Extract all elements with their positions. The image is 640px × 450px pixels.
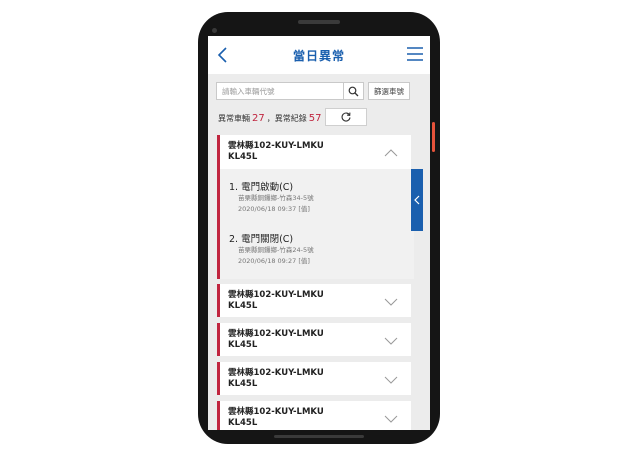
filter-vehicles-button[interactable]: 篩選車號	[368, 82, 410, 100]
vehicle-code: 雲林縣102-KUY-LMKU	[228, 407, 324, 417]
page-title: 當日異常	[292, 48, 345, 63]
chevron-down-icon[interactable]	[384, 298, 398, 306]
hamburger-menu-icon[interactable]	[406, 46, 424, 62]
vehicle-card[interactable]: 雲林縣102-KUY-LMKU KL45L	[217, 323, 411, 356]
vehicle-card[interactable]: 雲林縣102-KUY-LMKU KL45L	[217, 401, 411, 430]
phone-home-bar	[274, 435, 364, 438]
vehicle-code-suffix: KL45L	[228, 152, 258, 162]
vehicle-code: 雲林縣102-KUY-LMKU	[228, 290, 324, 300]
side-drawer-tab[interactable]	[411, 169, 423, 231]
phone-frame: 當日異常 篩選車號 異常車輛 27 ，異常紀錄 57	[198, 12, 440, 444]
records-count: 57	[308, 112, 322, 124]
chevron-down-icon[interactable]	[384, 415, 398, 423]
phone-side-button	[432, 122, 435, 152]
vehicle-code-suffix: KL45L	[228, 301, 258, 311]
event-list: 1. 電門啟動(C) 苗栗縣銅鑼鄉-竹森34-5號 2020/06/18 09:…	[220, 169, 414, 279]
vehicle-code-suffix: KL45L	[228, 379, 258, 389]
vehicle-search-input[interactable]	[216, 82, 344, 100]
app-screen: 當日異常 篩選車號 異常車輛 27 ，異常紀錄 57	[208, 36, 430, 430]
search-bar: 篩選車號	[216, 82, 422, 100]
vehicle-code-suffix: KL45L	[228, 418, 258, 428]
chevron-left-icon[interactable]	[215, 45, 231, 65]
vehicle-card[interactable]: 雲林縣102-KUY-LMKU KL45L	[217, 362, 411, 395]
event-time: 2020/06/18 09:37 [值]	[238, 205, 310, 213]
vehicle-code: 雲林縣102-KUY-LMKU	[228, 329, 324, 339]
records-label: ，異常紀錄	[266, 113, 307, 123]
search-icon	[348, 86, 359, 96]
event-title: 2. 電門關閉(C)	[229, 234, 294, 245]
app-header: 當日異常	[208, 36, 430, 74]
vehicle-code: 雲林縣102-KUY-LMKU	[228, 368, 324, 378]
event-title: 1. 電門啟動(C)	[229, 182, 294, 193]
summary-counts: 異常車輛 27 ，異常紀錄 57	[218, 109, 323, 127]
event-location: 苗栗縣銅鑼鄉-竹森34-5號	[238, 194, 314, 202]
chevron-down-icon[interactable]	[384, 337, 398, 345]
camera-icon	[212, 28, 217, 33]
chevron-up-icon[interactable]	[384, 149, 398, 157]
phone-speaker	[298, 20, 340, 24]
chevron-down-icon[interactable]	[384, 376, 398, 384]
event-time: 2020/06/18 09:27 [值]	[238, 257, 310, 265]
vehicle-code-suffix: KL45L	[228, 340, 258, 350]
search-button[interactable]	[344, 82, 364, 100]
vehicle-card[interactable]: 雲林縣102-KUY-LMKU KL45L	[217, 284, 411, 317]
chevron-left-icon	[414, 195, 420, 205]
vehicle-card-expanded[interactable]: 雲林縣102-KUY-LMKU KL45L 1. 電門啟動(C) 苗栗縣銅鑼鄉-…	[217, 135, 414, 279]
vehicle-code: 雲林縣102-KUY-LMKU	[228, 141, 324, 151]
event-location: 苗栗縣銅鑼鄉-竹森24-5號	[238, 246, 314, 254]
vehicles-count: 27	[252, 112, 265, 124]
refresh-icon	[341, 112, 351, 122]
refresh-button[interactable]	[325, 108, 367, 126]
vehicles-label: 異常車輛	[218, 113, 250, 123]
